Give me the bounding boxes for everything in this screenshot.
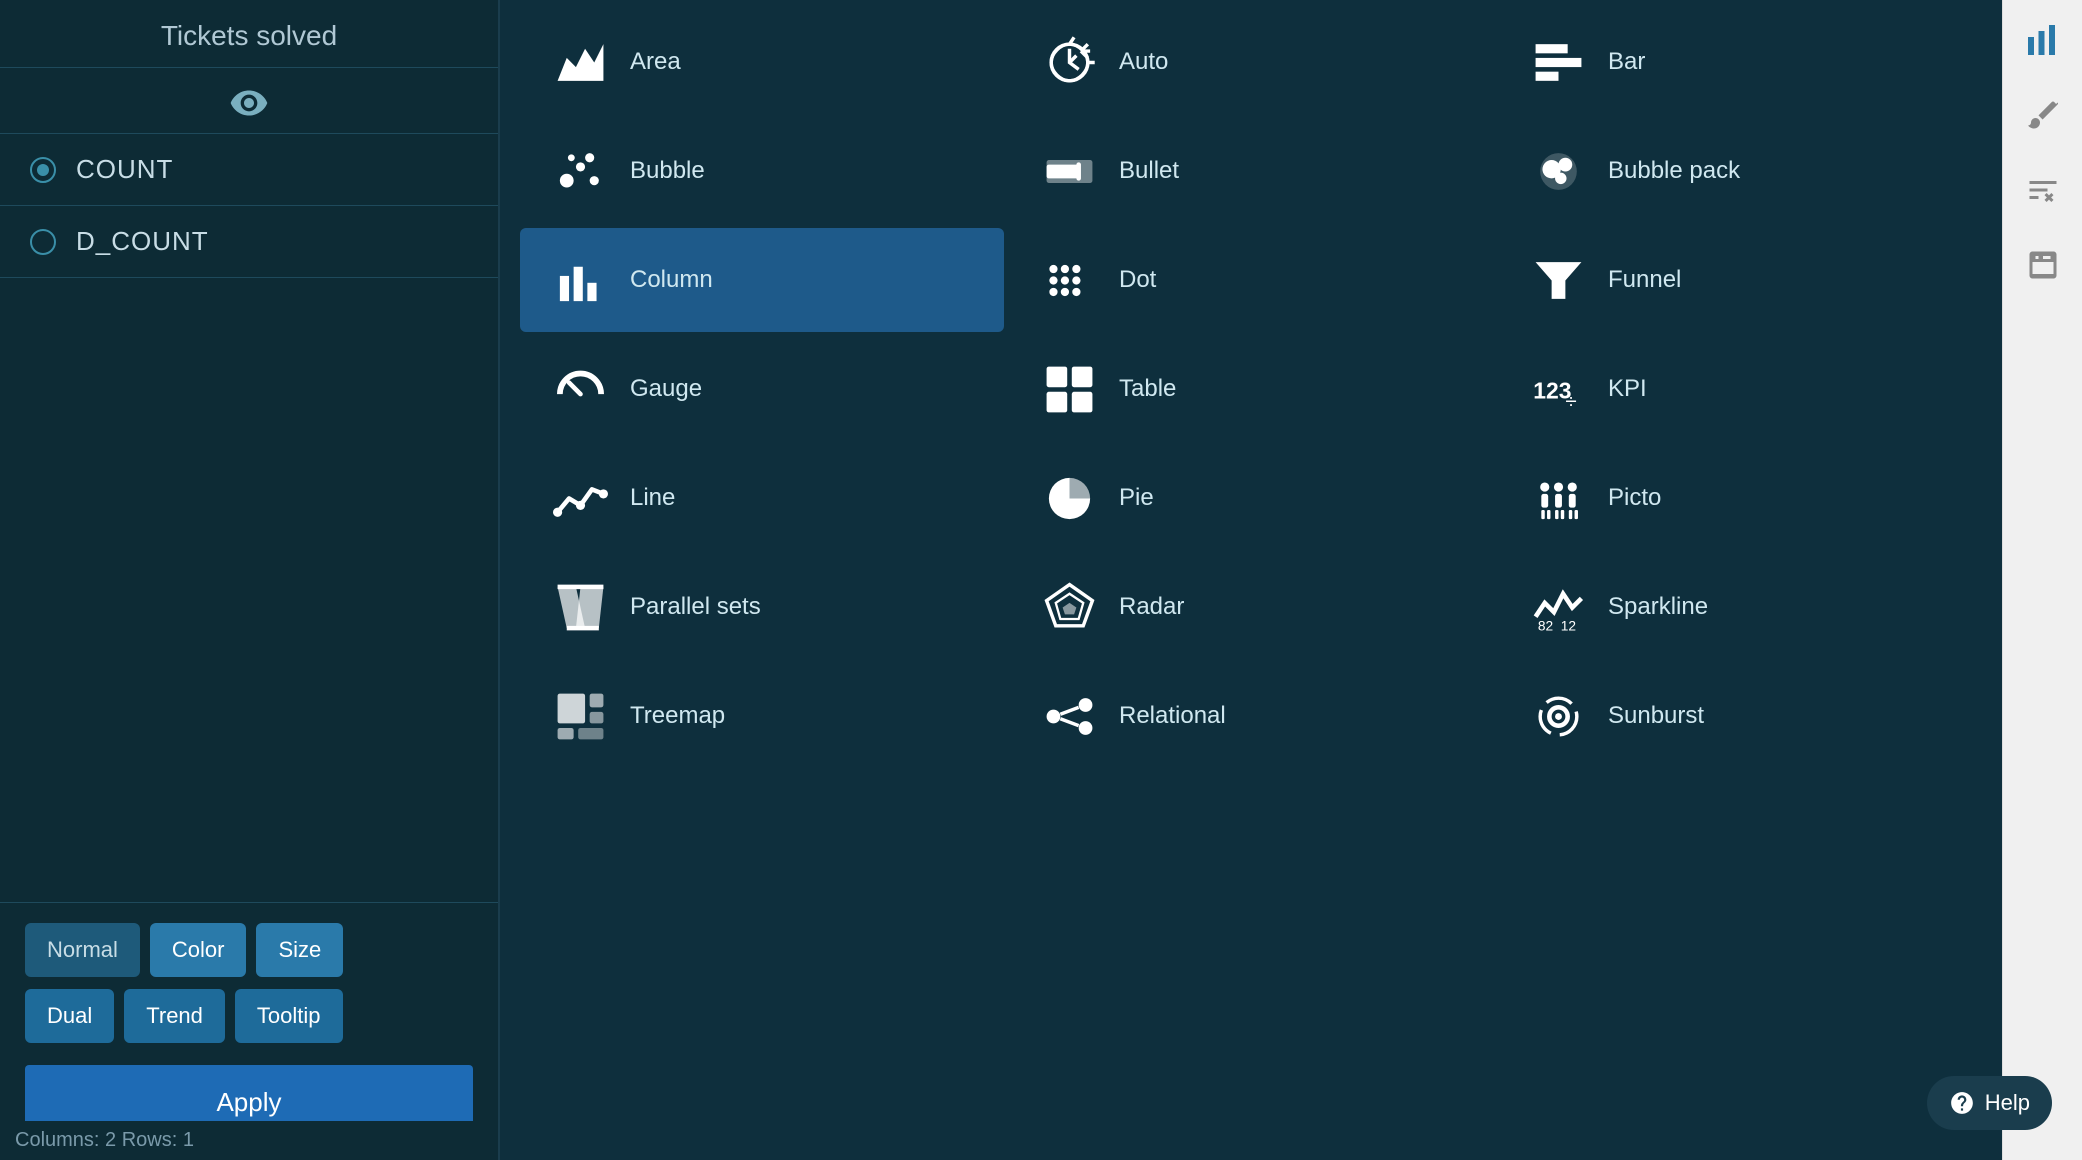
trend-button[interactable]: Trend [124, 989, 225, 1043]
eye-icon-row [0, 68, 498, 134]
bar-icon [1528, 32, 1588, 92]
chart-line[interactable]: Line [520, 446, 1004, 550]
bullet-icon [1039, 141, 1099, 201]
chart-gauge-label: Gauge [630, 375, 702, 403]
metric-d-count-label: D_COUNT [76, 226, 209, 257]
chart-auto[interactable]: Auto [1009, 10, 1493, 114]
dot-icon [1039, 250, 1099, 310]
area-icon [550, 32, 610, 92]
chart-relational[interactable]: Relational [1009, 664, 1493, 768]
sunburst-icon [1528, 686, 1588, 746]
metric-d-count[interactable]: D_COUNT [0, 206, 498, 278]
chart-picto[interactable]: Picto [1498, 446, 1982, 550]
chart-table-label: Table [1119, 375, 1176, 403]
chart-relational-label: Relational [1119, 702, 1226, 730]
chart-line-label: Line [630, 484, 675, 512]
size-button[interactable]: Size [256, 923, 343, 977]
picto-icon [1528, 468, 1588, 528]
chart-radar[interactable]: Radar [1009, 555, 1493, 659]
chart-area-label: Area [630, 48, 681, 76]
chart-radar-label: Radar [1119, 593, 1184, 621]
buttons-row2: Dual Trend Tooltip [25, 989, 473, 1043]
radar-icon [1039, 577, 1099, 637]
chart-sparkline-label: Sparkline [1608, 593, 1708, 621]
svg-text:82: 82 [1537, 618, 1552, 633]
chart-area[interactable]: Area [520, 10, 1004, 114]
bubble-pack-icon [1528, 141, 1588, 201]
chart-bubble-pack-label: Bubble pack [1608, 157, 1740, 185]
chart-column-label: Column [630, 266, 713, 294]
chart-funnel[interactable]: Funnel [1498, 228, 1982, 332]
color-button[interactable]: Color [150, 923, 247, 977]
sparkline-icon: 82 12 [1528, 577, 1588, 637]
treemap-icon [550, 686, 610, 746]
bubble-icon [550, 141, 610, 201]
left-panel: Tickets solved COUNT D_COUNT Normal Col [0, 0, 500, 1160]
column-icon [550, 250, 610, 310]
chart-pie-label: Pie [1119, 484, 1154, 512]
chart-table[interactable]: Table [1009, 337, 1493, 441]
chart-bar-label: Bar [1608, 48, 1645, 76]
bar-chart-icon[interactable] [2018, 15, 2068, 65]
radio-d-count [30, 229, 56, 255]
metrics-list: COUNT D_COUNT [0, 134, 498, 902]
chart-type-grid: Area Auto Bar Bubble [500, 0, 2002, 1160]
left-header: Tickets solved [0, 0, 498, 68]
chart-column[interactable]: Column [520, 228, 1004, 332]
paint-brush-icon[interactable] [2018, 90, 2068, 140]
panel-title: Tickets solved [161, 20, 337, 51]
table-icon [1039, 359, 1099, 419]
auto-icon [1039, 32, 1099, 92]
svg-text:÷: ÷ [1565, 389, 1576, 412]
chart-bullet-label: Bullet [1119, 157, 1179, 185]
funnel-icon [1528, 250, 1588, 310]
chart-bubble-pack[interactable]: Bubble pack [1498, 119, 1982, 223]
chart-dot-label: Dot [1119, 266, 1156, 294]
relational-icon [1039, 686, 1099, 746]
kpi-icon: 123÷ [1528, 359, 1588, 419]
chart-gauge[interactable]: Gauge [520, 337, 1004, 441]
line-icon [550, 468, 610, 528]
chart-bar[interactable]: Bar [1498, 10, 1982, 114]
sort-icon[interactable] [2018, 165, 2068, 215]
normal-button[interactable]: Normal [25, 923, 140, 977]
eye-icon [229, 83, 269, 123]
chart-auto-label: Auto [1119, 48, 1168, 76]
chart-treemap-label: Treemap [630, 702, 725, 730]
parallel-sets-icon [550, 577, 610, 637]
tooltip-button[interactable]: Tooltip [235, 989, 343, 1043]
help-button[interactable]: Help [1927, 1076, 2052, 1130]
question-mark-icon [1949, 1090, 1975, 1116]
chart-bullet[interactable]: Bullet [1009, 119, 1493, 223]
chart-kpi[interactable]: 123÷ KPI [1498, 337, 1982, 441]
radio-count [30, 157, 56, 183]
metric-count-label: COUNT [76, 154, 173, 185]
gauge-icon [550, 359, 610, 419]
chart-sunburst[interactable]: Sunburst [1498, 664, 1982, 768]
svg-text:12: 12 [1560, 618, 1575, 633]
chart-sparkline[interactable]: 82 12 Sparkline [1498, 555, 1982, 659]
chart-bubble-label: Bubble [630, 157, 705, 185]
right-sidebar [2002, 0, 2082, 1160]
calculator-icon[interactable] [2018, 240, 2068, 290]
metric-count[interactable]: COUNT [0, 134, 498, 206]
chart-picto-label: Picto [1608, 484, 1661, 512]
chart-bubble[interactable]: Bubble [520, 119, 1004, 223]
chart-parallel-sets[interactable]: Parallel sets [520, 555, 1004, 659]
chart-pie[interactable]: Pie [1009, 446, 1493, 550]
dual-button[interactable]: Dual [25, 989, 114, 1043]
chart-parallel-sets-label: Parallel sets [630, 593, 761, 621]
buttons-row1: Normal Color Size [25, 923, 473, 977]
chart-kpi-label: KPI [1608, 375, 1647, 403]
status-bar: Columns: 2 Rows: 1 [0, 1121, 498, 1160]
chart-dot[interactable]: Dot [1009, 228, 1493, 332]
help-label: Help [1985, 1090, 2030, 1116]
chart-sunburst-label: Sunburst [1608, 702, 1704, 730]
chart-funnel-label: Funnel [1608, 266, 1681, 294]
pie-icon [1039, 468, 1099, 528]
chart-treemap[interactable]: Treemap [520, 664, 1004, 768]
